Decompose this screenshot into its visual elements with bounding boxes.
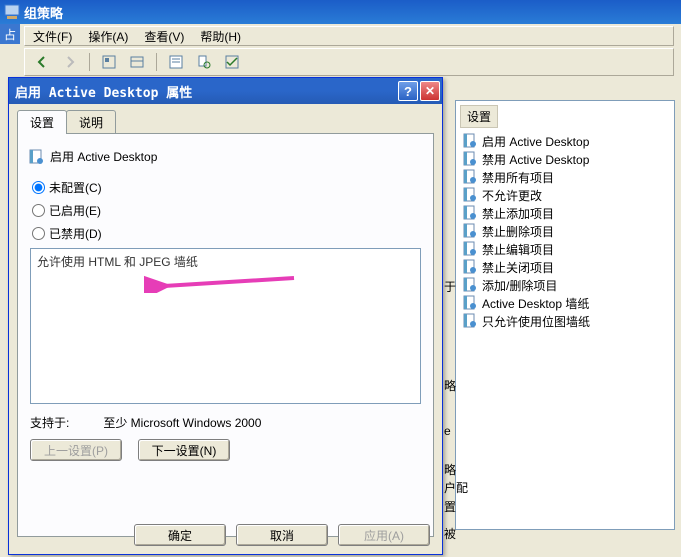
apply-button: 应用(A) — [338, 524, 430, 546]
app-titlebar: 组策略 — [0, 0, 681, 24]
dialog-titlebar[interactable]: 启用 Active Desktop 属性 ? ✕ — [9, 78, 442, 104]
settings-item-label: 不允许更改 — [482, 187, 542, 204]
radio-disabled[interactable]: 已禁用(D) — [32, 225, 419, 242]
supported-label: 支持于: — [30, 414, 100, 431]
policy-item-icon — [462, 295, 478, 311]
settings-list-item[interactable]: 添加/删除项目 — [460, 276, 670, 294]
dialog-footer: 确定 取消 应用(A) — [134, 524, 430, 546]
ok-button[interactable]: 确定 — [134, 524, 226, 546]
radio-disabled-input[interactable] — [32, 227, 45, 240]
left-strip: 占 — [0, 24, 20, 44]
truncated-text: 户配 — [444, 479, 468, 496]
truncated-text: e — [444, 424, 451, 438]
policy-item-icon — [462, 223, 478, 239]
cancel-button[interactable]: 取消 — [236, 524, 328, 546]
settings-list-item[interactable]: 禁止编辑项目 — [460, 240, 670, 258]
back-button[interactable] — [31, 51, 53, 73]
settings-list-item[interactable]: 只允许使用位图墙纸 — [460, 312, 670, 330]
policy-item-icon — [462, 259, 478, 275]
settings-list-item[interactable]: 禁止删除项目 — [460, 222, 670, 240]
supported-on: 支持于: 至少 Microsoft Windows 2000 — [30, 414, 421, 431]
radio-enabled-label: 已启用(E) — [49, 202, 101, 219]
toolbar-btn-5[interactable] — [221, 51, 243, 73]
menu-file[interactable]: 文件(F) — [33, 28, 72, 45]
close-button[interactable]: ✕ — [420, 81, 440, 101]
settings-list-item[interactable]: 禁止添加项目 — [460, 204, 670, 222]
settings-list-item[interactable]: Active Desktop 墙纸 — [460, 294, 670, 312]
policy-item-icon — [462, 313, 478, 329]
settings-item-label: 启用 Active Desktop — [482, 133, 589, 150]
settings-list-item[interactable]: 禁用所有项目 — [460, 168, 670, 186]
toolbar-separator — [156, 53, 157, 71]
policy-header: 启用 Active Desktop — [28, 148, 423, 165]
settings-list-pane: 设置 启用 Active Desktop禁用 Active Desktop禁用所… — [455, 100, 675, 530]
app-title: 组策略 — [24, 3, 63, 22]
toolbar-separator — [89, 53, 90, 71]
tab-settings[interactable]: 设置 — [17, 110, 67, 134]
app-icon — [4, 4, 20, 20]
policy-item-icon — [462, 187, 478, 203]
tab-body: 启用 Active Desktop 未配置(C) 已启用(E) 已禁用(D) 允… — [17, 133, 434, 537]
truncated-text: 被 — [444, 525, 456, 542]
settings-list-item[interactable]: 启用 Active Desktop — [460, 132, 670, 150]
next-setting-button[interactable]: 下一设置(N) — [138, 439, 230, 461]
toolbar — [24, 48, 674, 76]
settings-item-label: 禁止添加项目 — [482, 205, 554, 222]
supported-value: 至少 Microsoft Windows 2000 — [103, 416, 261, 430]
policy-item-icon — [462, 205, 478, 221]
truncated-text: 置 — [444, 498, 456, 515]
settings-list-item[interactable]: 禁止关闭项目 — [460, 258, 670, 276]
properties-button[interactable] — [165, 51, 187, 73]
column-header-settings[interactable]: 设置 — [460, 105, 498, 128]
settings-item-label: 添加/删除项目 — [482, 277, 557, 294]
menu-view[interactable]: 查看(V) — [144, 28, 184, 45]
settings-item-label: Active Desktop 墙纸 — [482, 295, 589, 312]
radio-not-configured-input[interactable] — [32, 181, 45, 194]
truncated-text: 于 — [444, 278, 456, 295]
policy-item-icon — [462, 277, 478, 293]
toolbar-btn-2[interactable] — [126, 51, 148, 73]
forward-button — [59, 51, 81, 73]
toolbar-btn-4[interactable] — [193, 51, 215, 73]
radio-disabled-label: 已禁用(D) — [49, 225, 102, 242]
properties-dialog: 启用 Active Desktop 属性 ? ✕ 设置 说明 启用 Active… — [8, 77, 443, 555]
settings-list-item[interactable]: 不允许更改 — [460, 186, 670, 204]
truncated-text: 略 — [444, 461, 456, 478]
description-box: 允许使用 HTML 和 JPEG 墙纸 — [30, 248, 421, 404]
dialog-title: 启用 Active Desktop 属性 — [15, 82, 396, 101]
prev-setting-button: 上一设置(P) — [30, 439, 122, 461]
radio-enabled[interactable]: 已启用(E) — [32, 202, 419, 219]
settings-item-label: 禁止删除项目 — [482, 223, 554, 240]
radio-not-configured-label: 未配置(C) — [49, 179, 102, 196]
settings-item-label: 禁止编辑项目 — [482, 241, 554, 258]
toolbar-btn-1[interactable] — [98, 51, 120, 73]
policy-item-icon — [462, 133, 478, 149]
settings-item-label: 禁用 Active Desktop — [482, 151, 589, 168]
truncated-text: 略 — [444, 377, 456, 394]
settings-item-label: 只允许使用位图墙纸 — [482, 313, 590, 330]
policy-item-icon — [462, 151, 478, 167]
policy-name: 启用 Active Desktop — [50, 148, 157, 165]
policy-item-icon — [462, 169, 478, 185]
help-button[interactable]: ? — [398, 81, 418, 101]
menu-action[interactable]: 操作(A) — [88, 28, 128, 45]
menu-help[interactable]: 帮助(H) — [200, 28, 241, 45]
policy-item-icon — [462, 241, 478, 257]
tab-strip: 设置 说明 — [17, 110, 434, 134]
policy-icon — [28, 149, 44, 165]
radio-not-configured[interactable]: 未配置(C) — [32, 179, 419, 196]
tab-explain[interactable]: 说明 — [66, 110, 116, 134]
radio-enabled-input[interactable] — [32, 204, 45, 217]
settings-item-label: 禁用所有项目 — [482, 169, 554, 186]
settings-list-item[interactable]: 禁用 Active Desktop — [460, 150, 670, 168]
settings-item-label: 禁止关闭项目 — [482, 259, 554, 276]
menubar: 文件(F) 操作(A) 查看(V) 帮助(H) — [24, 26, 674, 46]
